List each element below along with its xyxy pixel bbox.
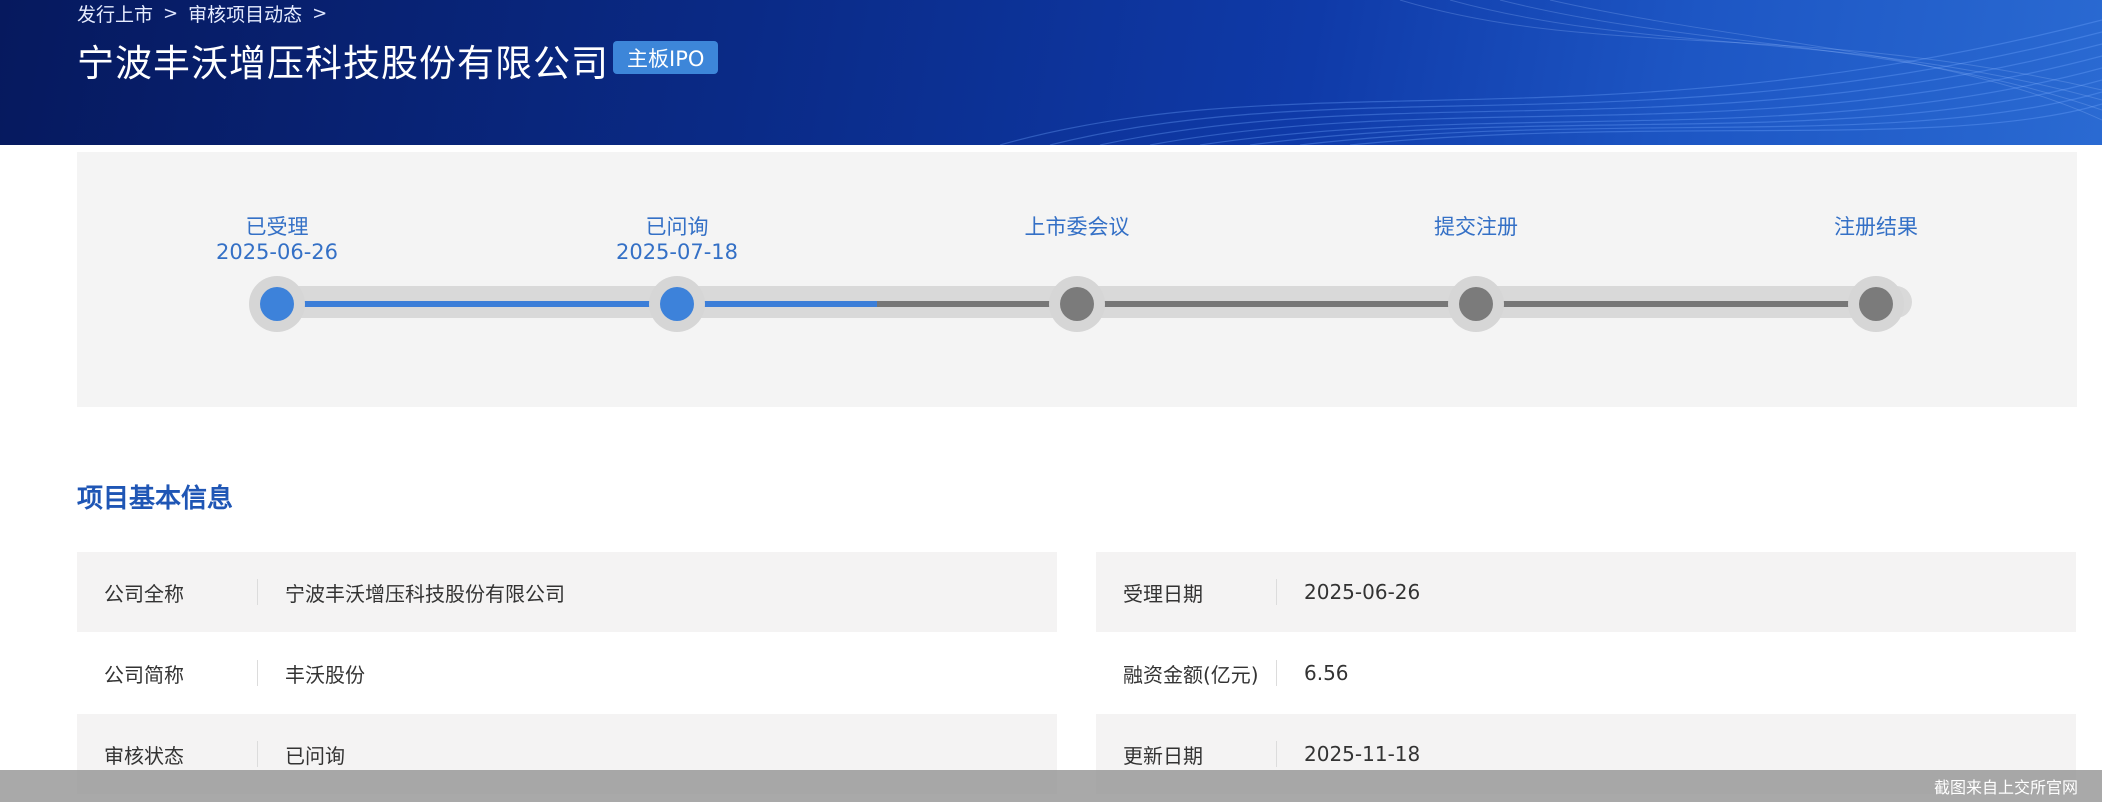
page-title: 宁波丰沃增压科技股份有限公司 — [77, 42, 609, 85]
info-row-accepted-date: 受理日期 2025-06-26 — [1096, 552, 2076, 632]
source-watermark: 截图来自上交所官网 — [0, 770, 2102, 802]
info-row-company-short-name: 公司简称 丰沃股份 — [77, 633, 1057, 713]
step-name: 已受理 — [245, 215, 309, 239]
step-node-listing-committee — [1049, 276, 1105, 332]
info-row-company-full-name: 公司全称 宁波丰沃增压科技股份有限公司 — [77, 552, 1057, 632]
step-node-submit-registration — [1448, 276, 1504, 332]
progress-line-done — [277, 301, 877, 307]
step-date: 2025-07-18 — [615, 240, 739, 264]
step-label-submit-registration: 提交注册 — [1366, 215, 1586, 240]
chevron-right-icon: > — [163, 2, 179, 24]
board-badge: 主板IPO — [613, 41, 719, 74]
chevron-right-icon: > — [312, 2, 328, 24]
step-label-registration-result: 注册结果 — [1766, 215, 1986, 240]
step-dot — [660, 287, 694, 321]
step-name: 提交注册 — [1434, 215, 1518, 239]
info-value: 丰沃股份 — [285, 662, 365, 687]
info-row-financing-amount: 融资金额(亿元) 6.56 — [1096, 633, 2076, 713]
step-label-inquired: 已问询 2025-07-18 — [567, 215, 787, 265]
step-name: 注册结果 — [1834, 215, 1918, 239]
step-label-listing-committee: 上市委会议 — [967, 215, 1187, 240]
step-date: 2025-06-26 — [215, 240, 339, 264]
info-value: 2025-06-26 — [1304, 580, 1421, 604]
page: 发行上市 > 审核项目动态 > 宁波丰沃增压科技股份有限公司 主板IPO 已受理… — [0, 0, 2102, 802]
breadcrumb-item-review-dynamics[interactable]: 审核项目动态 — [188, 0, 302, 27]
info-label: 公司全称 — [104, 581, 184, 606]
info-value: 2025-11-18 — [1304, 742, 1421, 766]
info-label: 受理日期 — [1123, 581, 1203, 606]
info-value: 已问询 — [285, 743, 345, 768]
step-node-registration-result — [1848, 276, 1904, 332]
info-label: 融资金额(亿元) — [1123, 662, 1259, 687]
info-value: 宁波丰沃增压科技股份有限公司 — [285, 581, 565, 606]
step-node-accepted — [249, 276, 305, 332]
step-dot — [1060, 287, 1094, 321]
step-dot — [1859, 287, 1893, 321]
info-value: 6.56 — [1304, 661, 1349, 685]
breadcrumb: 发行上市 > 审核项目动态 > — [77, 0, 327, 26]
step-dot — [260, 287, 294, 321]
breadcrumb-item-listing[interactable]: 发行上市 — [77, 0, 153, 27]
step-label-accepted: 已受理 2025-06-26 — [167, 215, 387, 265]
info-label: 审核状态 — [104, 743, 184, 768]
step-name: 上市委会议 — [1024, 215, 1130, 239]
step-name: 已问询 — [645, 215, 709, 239]
header-banner: 发行上市 > 审核项目动态 > 宁波丰沃增压科技股份有限公司 主板IPO — [0, 0, 2102, 145]
step-node-inquired — [649, 276, 705, 332]
info-label: 更新日期 — [1123, 743, 1203, 768]
section-title: 项目基本信息 — [77, 484, 234, 514]
step-dot — [1459, 287, 1493, 321]
info-label: 公司简称 — [104, 662, 184, 687]
